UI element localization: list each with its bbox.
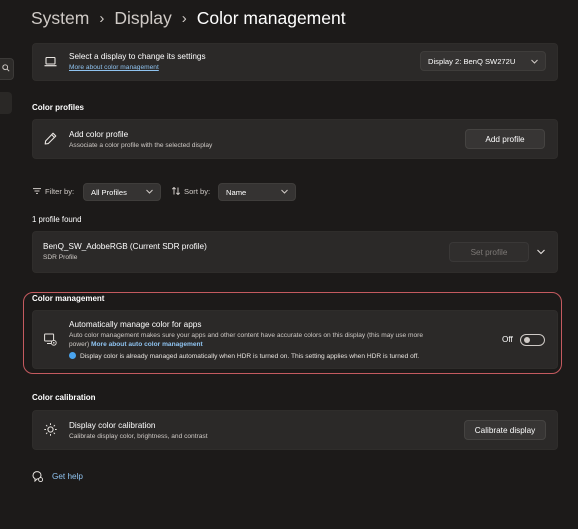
hdr-info-message: Display color is already managed automat…: [69, 352, 419, 360]
filter-dropdown-value: All Profiles: [91, 187, 127, 197]
color-management-heading: Color management: [32, 294, 105, 303]
profile-row[interactable]: BenQ_SW_AdobeRGB (Current SDR profile) S…: [32, 231, 558, 273]
display-dropdown[interactable]: Display 2: BenQ SW272U: [420, 51, 546, 71]
display-select-card: Select a display to change its settings …: [32, 43, 558, 81]
auto-color-title: Automatically manage color for apps: [69, 320, 202, 329]
add-color-profile-title: Add color profile: [69, 130, 129, 139]
filter-dropdown[interactable]: All Profiles: [83, 183, 161, 201]
auto-color-description-line2: power) More about auto color management: [69, 341, 203, 348]
calibration-title: Display color calibration: [69, 421, 156, 430]
sort-dropdown[interactable]: Name: [218, 183, 296, 201]
auto-color-description-end: power): [69, 341, 90, 348]
color-calibration-heading: Color calibration: [32, 393, 96, 402]
auto-color-description: Auto color management makes sure your ap…: [69, 332, 424, 339]
chevron-down-icon[interactable]: [537, 249, 545, 255]
profile-name: BenQ_SW_AdobeRGB (Current SDR profile): [43, 242, 207, 251]
breadcrumb-display[interactable]: Display: [114, 8, 171, 29]
color-profiles-heading: Color profiles: [32, 103, 85, 112]
add-profile-button[interactable]: Add profile: [465, 129, 545, 149]
toggle-state-label: Off: [502, 335, 513, 344]
hdr-info-text: Display color is already managed automat…: [80, 353, 420, 360]
help-icon: [32, 471, 43, 482]
breadcrumb-chevron-icon: ›: [99, 9, 105, 27]
chevron-down-icon: [146, 189, 153, 194]
breadcrumb-system[interactable]: System: [31, 8, 89, 29]
profile-type: SDR Profile: [43, 254, 78, 261]
add-color-profile-card: Add color profile Associate a color prof…: [32, 119, 558, 159]
calibration-subtitle: Calibrate display color, brightness, and…: [69, 433, 208, 440]
search-icon: [2, 64, 10, 72]
breadcrumb-chevron-icon: ›: [181, 9, 187, 27]
profile-count: 1 profile found: [32, 215, 82, 224]
nav-search-box[interactable]: [0, 58, 14, 80]
display-select-title: Select a display to change its settings: [69, 52, 206, 61]
add-color-profile-subtitle: Associate a color profile with the selec…: [69, 142, 213, 149]
nav-item-selected[interactable]: [0, 92, 12, 114]
laptop-icon: [44, 57, 57, 67]
auto-color-management-link[interactable]: More about auto color management: [91, 341, 203, 348]
calibrate-display-button[interactable]: Calibrate display: [464, 420, 546, 440]
auto-color-toggle[interactable]: [520, 334, 545, 346]
display-calibration-card: Display color calibration Calibrate disp…: [32, 410, 558, 450]
sort-dropdown-value: Name: [226, 187, 247, 197]
chevron-down-icon: [531, 59, 538, 64]
page-title: Color management: [196, 7, 346, 28]
auto-color-management-card: Automatically manage color for apps Auto…: [32, 310, 558, 369]
color-management-icon: [44, 333, 57, 346]
color-management-link[interactable]: More about color management: [69, 64, 159, 71]
left-nav-strip: [0, 0, 14, 529]
sort-by-label: Sort by:: [184, 187, 211, 196]
brightness-icon: [44, 423, 57, 436]
toggle-knob: [524, 337, 530, 343]
breadcrumb: System › Display › Color management: [31, 6, 346, 30]
filter-icon: [33, 188, 41, 194]
settings-window: System › Display › Color management Sele…: [0, 0, 578, 529]
pen-icon: [44, 132, 57, 145]
get-help-link[interactable]: Get help: [52, 472, 83, 481]
set-profile-button[interactable]: Set profile: [449, 242, 529, 262]
filter-by-label: Filter by:: [45, 187, 75, 196]
info-icon: [69, 352, 76, 359]
chevron-down-icon: [281, 189, 288, 194]
display-dropdown-value: Display 2: BenQ SW272U: [428, 56, 516, 66]
sort-icon: [172, 187, 180, 195]
